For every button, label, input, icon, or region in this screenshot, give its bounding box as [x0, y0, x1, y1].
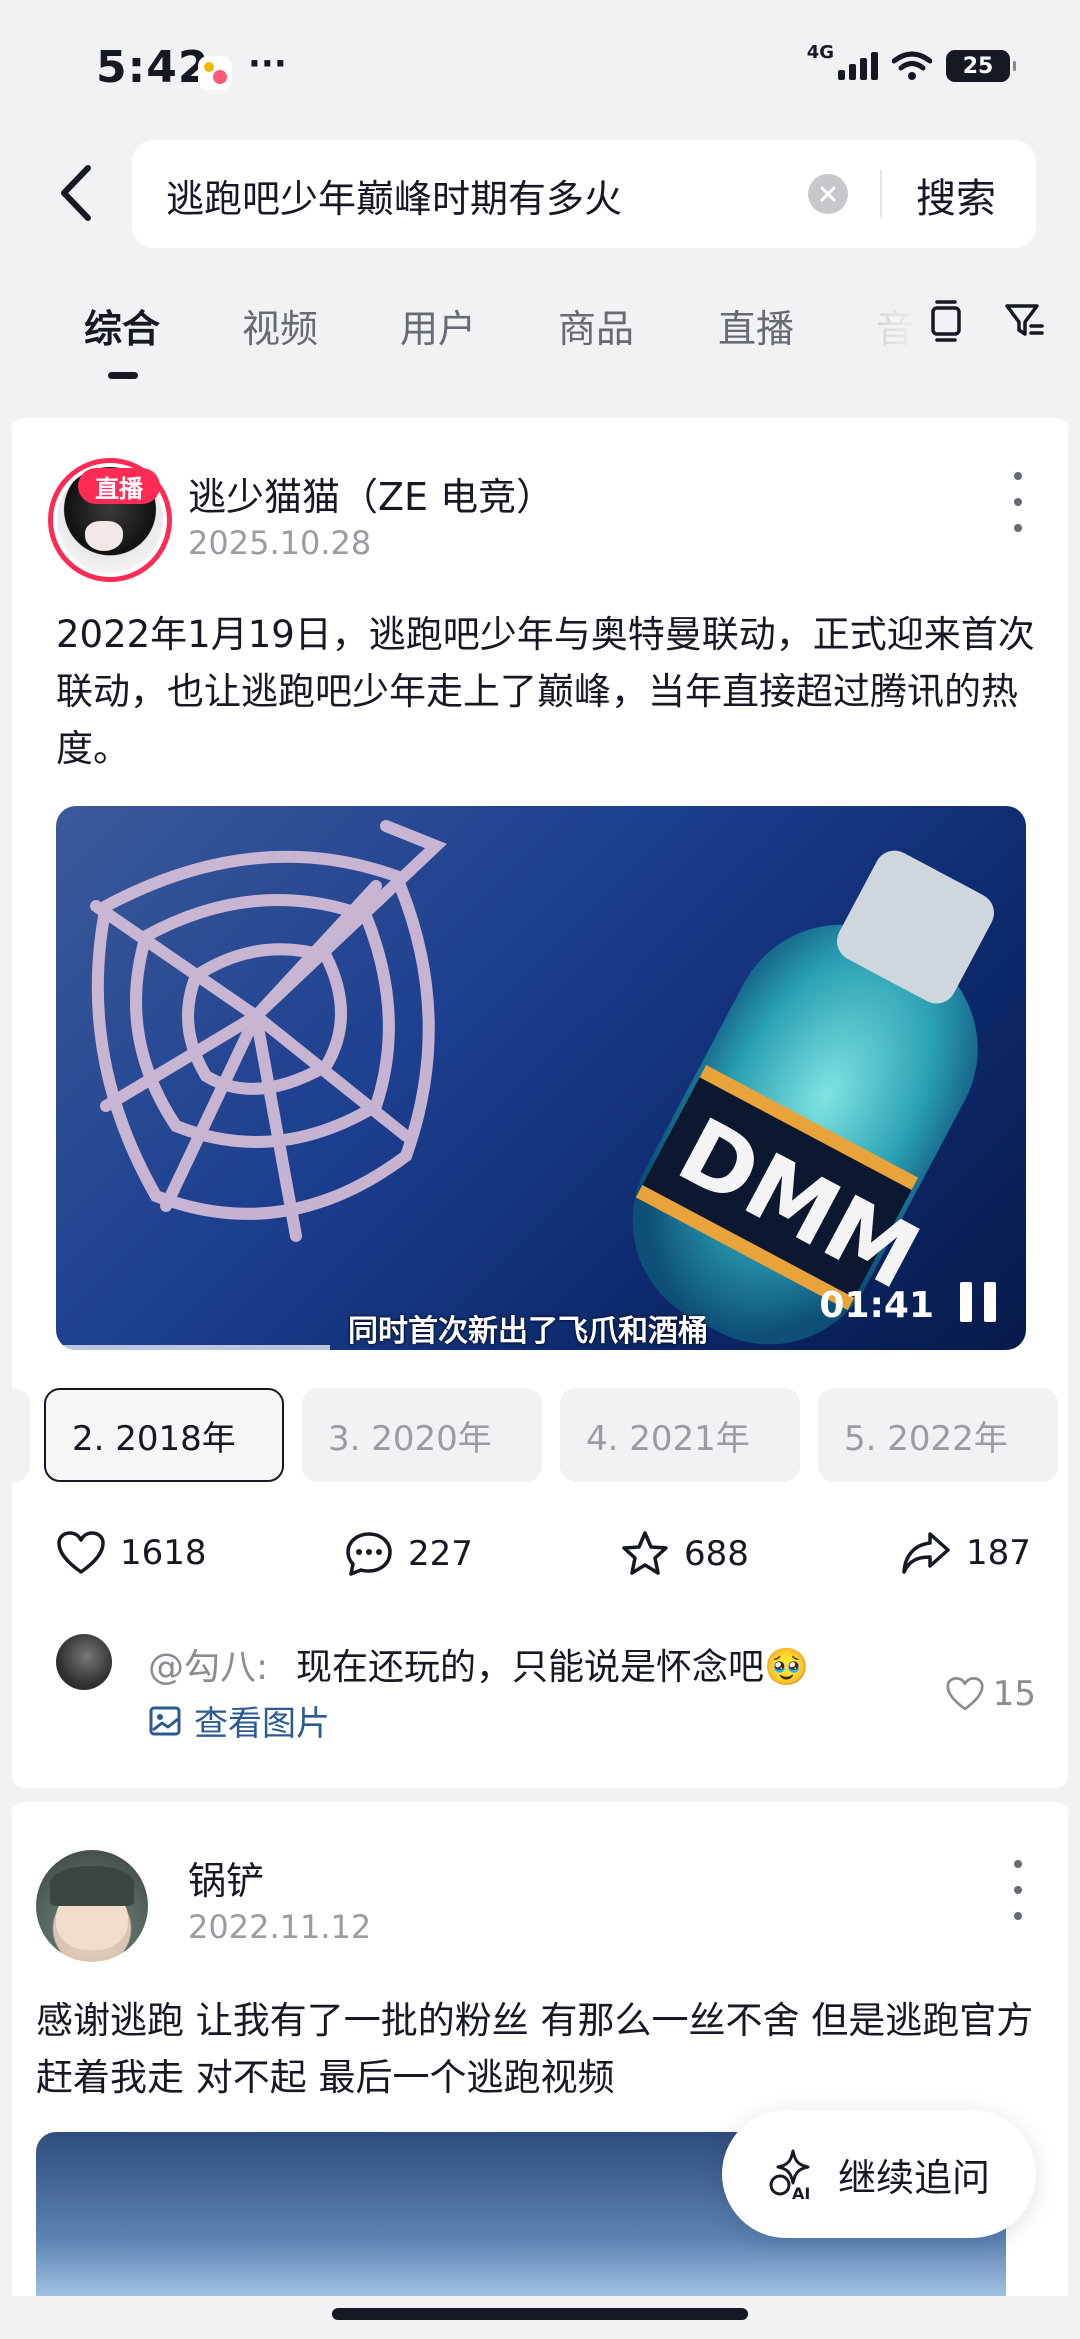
chapter-item[interactable]: [12, 1388, 30, 1482]
pause-icon: [960, 1282, 972, 1322]
share-icon: [902, 1532, 950, 1574]
ai-follow-up-label: 继续追问: [838, 2155, 991, 2200]
clear-x-icon: [820, 186, 836, 202]
comment-like-button[interactable]: 15: [945, 1674, 1036, 1714]
author-avatar[interactable]: [36, 1850, 148, 1962]
post-date: 2022.11.12: [188, 1908, 372, 1946]
ai-follow-up-button[interactable]: AI 继续追问: [722, 2110, 1036, 2238]
comment-count: 227: [408, 1534, 473, 1574]
result-tabs: 综合 视频 用户 商品 直播 音: [0, 290, 1080, 400]
svg-text:AI: AI: [792, 2184, 810, 2201]
wifi-icon: [892, 51, 932, 80]
chapter-item[interactable]: 4. 2021年: [560, 1388, 800, 1482]
commenter-name[interactable]: @勾八:: [148, 1638, 268, 1690]
search-input[interactable]: 逃跑吧少年巅峰时期有多火: [166, 168, 622, 223]
like-button[interactable]: 1618: [56, 1530, 207, 1576]
live-badge[interactable]: 直播: [78, 468, 160, 504]
status-more-indicator: ···: [248, 44, 287, 84]
more-options-button[interactable]: [1008, 1860, 1028, 1920]
comment-button[interactable]: 227: [344, 1530, 473, 1578]
post-card[interactable]: 锅铲 2022.11.12 感谢逃跑 让我有了一批的粉丝 有那么一丝不舍 但是逃…: [12, 1802, 1068, 2339]
share-button[interactable]: 187: [900, 1530, 1031, 1576]
author-name[interactable]: 锅铲: [188, 1850, 264, 1905]
heart-icon: [946, 1676, 984, 1711]
view-toggle-icon[interactable]: [928, 298, 964, 342]
post-text[interactable]: 感谢逃跑 让我有了一批的粉丝 有那么一丝不舍 但是逃跑官方赶着我走 对不起 最后…: [36, 1992, 1036, 2106]
post-date: 2025.10.28: [188, 524, 372, 562]
chapter-item-active[interactable]: 2. 2018年: [44, 1388, 284, 1482]
view-images-link[interactable]: 查看图片: [148, 1696, 330, 1745]
pause-button[interactable]: [960, 1282, 996, 1322]
tab-products[interactable]: 商品: [558, 298, 634, 353]
back-arrow-icon: [61, 165, 91, 221]
commenter-avatar[interactable]: [56, 1634, 112, 1690]
back-button[interactable]: [50, 160, 100, 226]
clear-search-button[interactable]: [808, 174, 848, 214]
tab-users[interactable]: 用户: [400, 298, 476, 353]
signal-icon: [838, 52, 878, 80]
tab-active-indicator: [108, 372, 138, 379]
view-images-label: 查看图片: [194, 1704, 330, 1744]
filter-icon[interactable]: [1004, 298, 1044, 342]
comment-text: 现在还玩的，只能说是怀念吧🥹: [296, 1647, 809, 1688]
status-bar: 5:42 ··· 4G 25: [0, 0, 1080, 130]
video-time: 01:41: [819, 1285, 934, 1326]
video-player[interactable]: DMM 同时首次新出了飞爪和酒桶 01:41: [56, 806, 1026, 1350]
comment-icon: [346, 1532, 392, 1576]
video-thumbnail: DMM: [90, 820, 994, 1345]
image-icon: [149, 1706, 181, 1735]
chapter-list: 2. 2018年 3. 2020年 4. 2021年 5. 2022年: [12, 1388, 1068, 1484]
home-indicator[interactable]: [332, 2308, 748, 2320]
ai-sparkle-icon: AI: [769, 2149, 810, 2201]
search-divider: [880, 170, 882, 218]
favorite-count: 688: [684, 1534, 749, 1574]
comment-like-count: 15: [992, 1674, 1036, 1714]
tab-all[interactable]: 综合: [84, 298, 160, 353]
chapter-item[interactable]: 3. 2020年: [302, 1388, 542, 1482]
tabs-fade: [860, 290, 920, 360]
action-bar: 1618 227 688 187: [12, 1530, 1068, 1600]
network-label: 4G: [806, 41, 834, 63]
star-icon: [622, 1531, 668, 1575]
battery-icon: 25: [946, 50, 1016, 82]
tab-videos[interactable]: 视频: [242, 298, 318, 353]
assistant-app-icon: [198, 56, 232, 90]
post-text[interactable]: 2022年1月19日，逃跑吧少年与奥特曼联动，正式迎来首次联动，也让逃跑吧少年走…: [56, 606, 1036, 777]
favorite-button[interactable]: 688: [620, 1530, 749, 1578]
more-options-button[interactable]: [1008, 472, 1028, 532]
author-name[interactable]: 逃少猫猫（ZE 电竞）: [188, 466, 554, 521]
top-comment[interactable]: @勾八: 现在还玩的，只能说是怀念吧🥹 查看图片 15: [56, 1634, 1036, 1754]
post-card[interactable]: 直播 逃少猫猫（ZE 电竞） 2025.10.28 2022年1月19日，逃跑吧…: [12, 418, 1068, 1788]
search-box[interactable]: 逃跑吧少年巅峰时期有多火 搜索: [132, 140, 1036, 248]
status-indicators: 4G 25: [807, 42, 1016, 82]
tab-live[interactable]: 直播: [718, 298, 794, 353]
share-count: 187: [966, 1533, 1031, 1573]
search-button[interactable]: 搜索: [916, 166, 996, 224]
heart-icon: [57, 1531, 105, 1574]
status-time: 5:42: [96, 42, 210, 93]
chapter-item[interactable]: 5. 2022年: [818, 1388, 1058, 1482]
like-count: 1618: [120, 1533, 207, 1573]
video-subtitle: 同时首次新出了飞爪和酒桶: [348, 1314, 708, 1349]
video-progress-bar[interactable]: [56, 1345, 330, 1350]
